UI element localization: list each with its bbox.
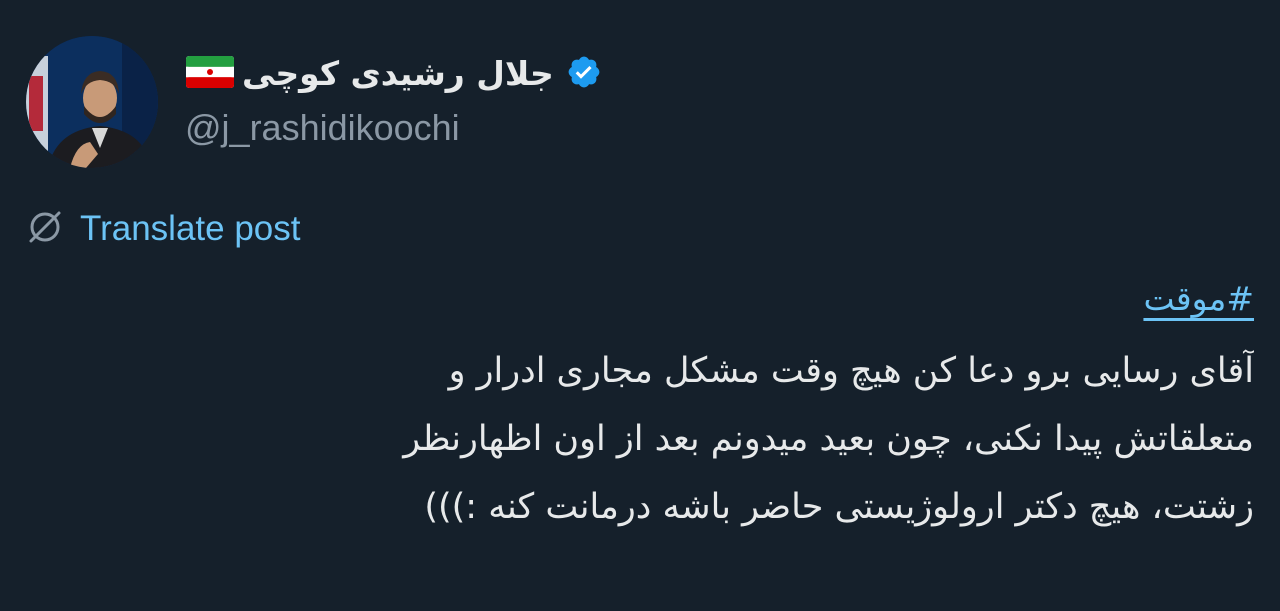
- translate-post-button[interactable]: Translate post: [26, 206, 300, 252]
- post-text-line: آقای رسایی برو دعا کن هیچ وقت مشکل مجاری…: [448, 351, 1254, 391]
- post-text-line: زشتت، هیچ دکتر ارولوژیستی حاضر باشه درما…: [424, 487, 1254, 527]
- iran-flag-icon: [186, 56, 234, 92]
- globe-slash-icon: [26, 208, 64, 250]
- verified-badge-icon: [566, 54, 602, 94]
- tweet-card: جلال رشیدی کوچی @j_rashidikoochi Transla…: [0, 0, 1280, 611]
- author-handle[interactable]: @j_rashidikoochi: [185, 107, 460, 149]
- hashtag-link[interactable]: #موقت: [1143, 274, 1254, 324]
- post-text: آقای رسایی برو دعا کن هیچ وقت مشکل مجاری…: [64, 337, 1254, 541]
- author-name-row[interactable]: جلال رشیدی کوچی: [186, 50, 602, 98]
- translate-post-label[interactable]: Translate post: [80, 209, 300, 249]
- avatar-photo: [26, 36, 158, 168]
- author-display-name[interactable]: جلال رشیدی کوچی: [242, 50, 554, 98]
- post-text-line: متعلقاتش پیدا نکنی، چون بعید میدونم بعد …: [403, 419, 1254, 459]
- avatar[interactable]: [26, 36, 158, 168]
